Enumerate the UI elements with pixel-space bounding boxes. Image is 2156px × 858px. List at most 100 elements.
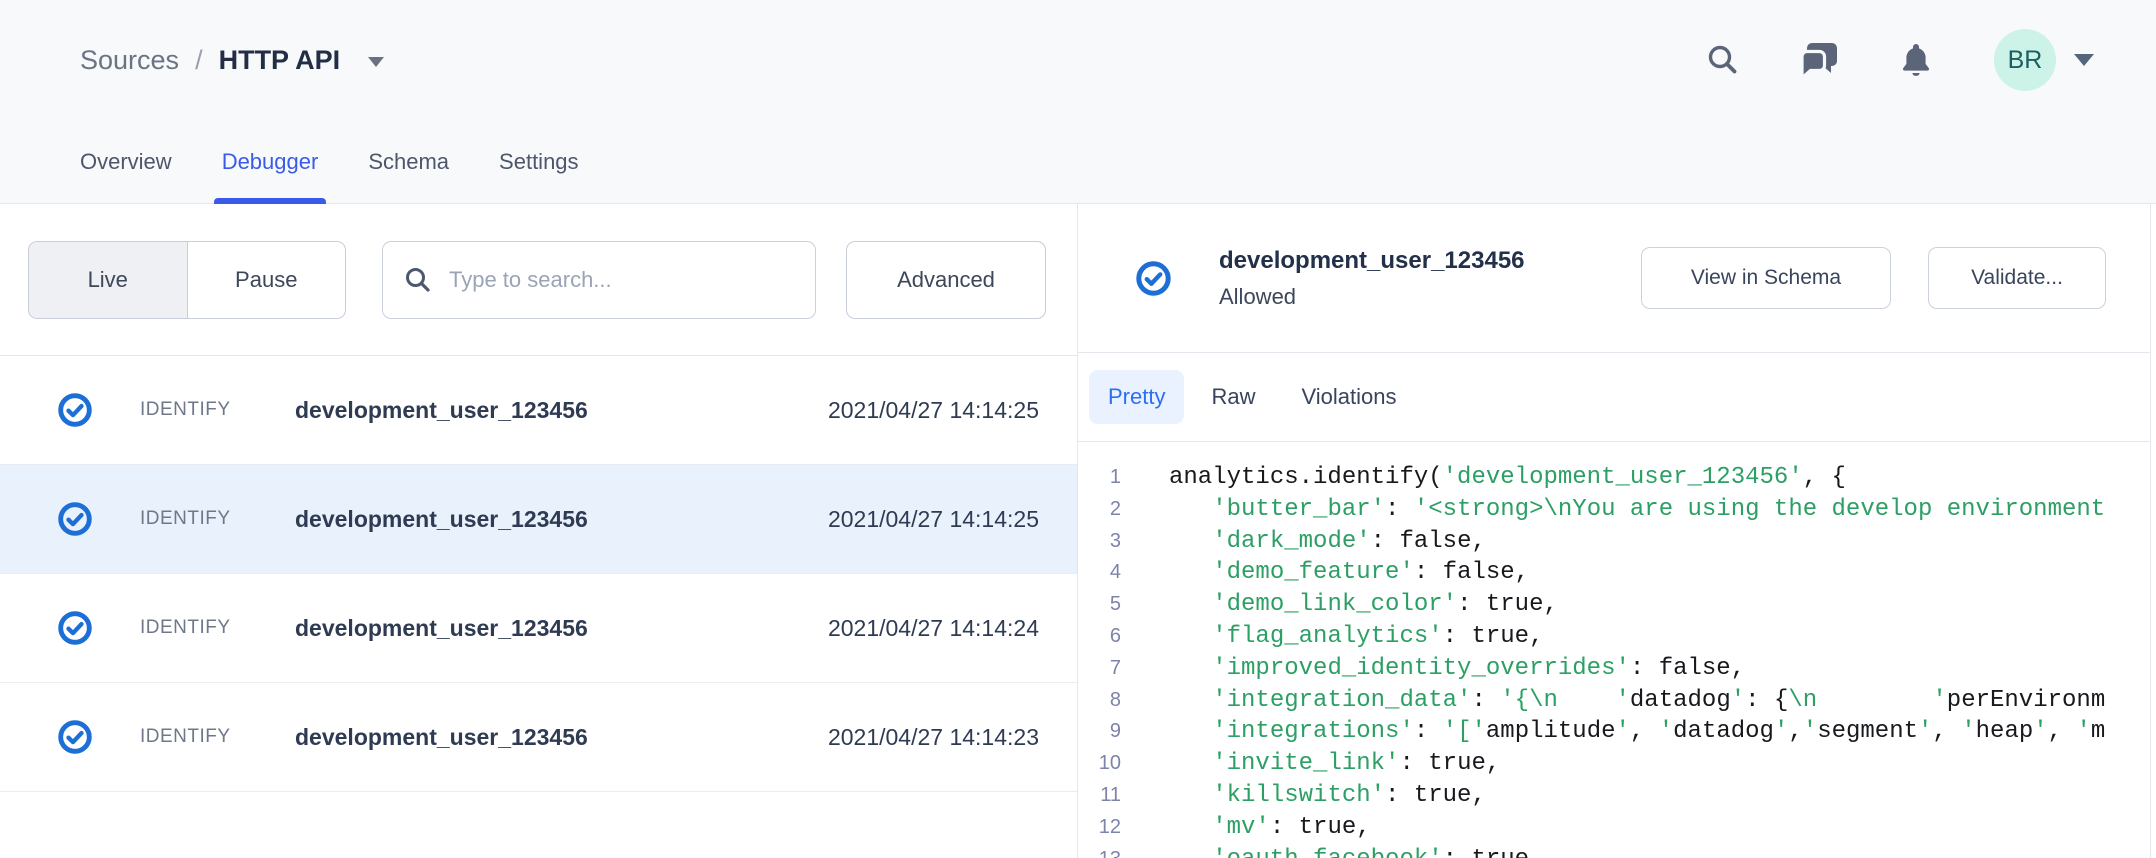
code-line: 6 'flag_analytics': true, <box>1078 621 2150 653</box>
line-number: 11 <box>1078 780 1121 812</box>
allowed-check-icon <box>57 610 93 646</box>
code-text: 'integrations': '['amplitude', 'datadog'… <box>1169 716 2105 748</box>
event-timestamp: 2021/04/27 14:14:25 <box>828 506 1039 533</box>
event-row[interactable]: IDENTIFYdevelopment_user_1234562021/04/2… <box>0 574 1077 683</box>
tab-label: Schema <box>368 149 449 175</box>
validate-button[interactable]: Validate... <box>1928 247 2106 309</box>
advanced-button[interactable]: Advanced <box>846 241 1046 319</box>
debugger-page: Sources / HTTP API <box>0 0 2156 858</box>
event-stream-panel: Live Pause Advanced IDENTIFYdevelopment_… <box>0 204 1078 858</box>
payload-code-view[interactable]: 1 analytics.identify('development_user_12… <box>1078 442 2150 858</box>
tab-overview[interactable]: Overview <box>80 120 172 203</box>
event-row[interactable]: IDENTIFYdevelopment_user_123456 2021/04/2… <box>0 465 1077 574</box>
line-number: 1 <box>1078 462 1121 494</box>
event-type-label: IDENTIFY <box>140 508 295 530</box>
breadcrumb-source-name[interactable]: HTTP API <box>219 45 341 76</box>
line-number: 4 <box>1078 557 1121 589</box>
avatar[interactable]: BR <box>1994 29 2056 91</box>
line-number: 3 <box>1078 526 1121 558</box>
event-detail-panel: development_user_123456 Allowed View in … <box>1078 204 2151 858</box>
account-menu-caret-icon[interactable] <box>2074 54 2094 66</box>
code-line: 7 'improved_identity_overrides': false, <box>1078 653 2150 685</box>
breadcrumb-separator: / <box>195 45 203 76</box>
code-line: 2 'butter_bar': '<strong>\nYou are using… <box>1078 494 2150 526</box>
code-line: 5 'demo_link_color': true, <box>1078 589 2150 621</box>
code-line: 11 'killswitch': true, <box>1078 780 2150 812</box>
event-timestamp: 2021/04/27 14:14:23 <box>828 724 1039 751</box>
payload-tab-pretty[interactable]: Pretty <box>1089 370 1184 424</box>
payload-tab-violations[interactable]: Violations <box>1282 370 1415 424</box>
code-text: 'flag_analytics': true, <box>1169 621 1543 653</box>
tab-label: Overview <box>80 149 172 175</box>
payload-view-tabs: PrettyRawViolations <box>1078 353 2150 442</box>
notifications-bell-icon[interactable] <box>1896 40 1936 80</box>
event-search-input[interactable] <box>449 267 795 293</box>
line-number: 5 <box>1078 589 1121 621</box>
tab-schema[interactable]: Schema <box>368 120 449 203</box>
code-text: 'invite_link': true, <box>1169 748 1500 780</box>
event-detail-title: development_user_123456 <box>1219 247 1525 275</box>
code-text: 'killswitch': true, <box>1169 780 1486 812</box>
payload-tab-raw[interactable]: Raw <box>1192 370 1274 424</box>
source-nav-tabs: Overview Debugger Schema Settings <box>0 120 2156 204</box>
code-text: 'improved_identity_overrides': false, <box>1169 653 1745 685</box>
tab-settings[interactable]: Settings <box>499 120 579 203</box>
line-number: 7 <box>1078 653 1121 685</box>
allowed-check-icon <box>57 501 93 537</box>
code-line: 4 'demo_feature': false, <box>1078 557 2150 589</box>
code-text: analytics.identify('development_user_123… <box>1169 462 1846 494</box>
code-text: 'dark_mode': false, <box>1169 526 1486 558</box>
top-bar-actions: BR <box>1704 0 2094 120</box>
view-in-schema-button[interactable]: View in Schema <box>1641 247 1891 309</box>
event-name: development_user_123456 <box>295 506 588 533</box>
source-dropdown-caret-icon[interactable] <box>368 57 384 67</box>
event-name: development_user_123456 <box>295 397 588 424</box>
event-row[interactable]: IDENTIFYdevelopment_user_123456 2021/04/2… <box>0 356 1077 465</box>
line-number: 6 <box>1078 621 1121 653</box>
code-text: 'demo_link_color': true, <box>1169 589 1558 621</box>
line-number: 2 <box>1078 494 1121 526</box>
tab-label: Debugger <box>222 149 319 175</box>
tab-debugger[interactable]: Debugger <box>222 120 319 203</box>
search-input-icon <box>403 265 433 295</box>
event-timestamp: 2021/04/27 14:14:24 <box>828 615 1039 642</box>
breadcrumb-sources[interactable]: Sources <box>80 45 179 76</box>
live-button[interactable]: Live <box>29 242 188 318</box>
code-line: 1 analytics.identify('development_user_12… <box>1078 462 2150 494</box>
line-number: 9 <box>1078 716 1121 748</box>
event-type-label: IDENTIFY <box>140 399 295 421</box>
line-number: 12 <box>1078 812 1121 844</box>
allowed-check-icon <box>57 392 93 428</box>
event-name: development_user_123456 <box>295 615 588 642</box>
event-detail-actions: View in Schema Validate... <box>1641 247 2106 309</box>
code-line: 13 'oauth_facebook': true, <box>1078 844 2150 858</box>
pause-button[interactable]: Pause <box>188 242 346 318</box>
code-line: 8 'integration_data': '{\n 'datadog': {\… <box>1078 685 2150 717</box>
top-bar: Sources / HTTP API <box>0 0 2156 120</box>
code-text: 'oauth_facebook': true, <box>1169 844 1543 858</box>
allowed-check-icon <box>57 719 93 755</box>
search-icon[interactable] <box>1704 41 1742 79</box>
event-name: development_user_123456 <box>295 724 588 751</box>
event-list: IDENTIFYdevelopment_user_1234562021/04/2… <box>0 356 1077 792</box>
event-detail-header: development_user_123456 Allowed View in … <box>1078 204 2150 353</box>
event-detail-titles: development_user_123456 Allowed <box>1219 247 1525 310</box>
code-line: 10 'invite_link': true, <box>1078 748 2150 780</box>
event-row[interactable]: IDENTIFYdevelopment_user_123456 2021/04/2… <box>0 683 1077 792</box>
event-type-label: IDENTIFY <box>140 726 295 748</box>
code-line: 3 'dark_mode': false, <box>1078 526 2150 558</box>
stream-controls: Live Pause Advanced <box>0 204 1077 356</box>
event-status-label: Allowed <box>1219 284 1525 310</box>
code-text: 'integration_data': '{\n 'datadog': {\n … <box>1169 685 2105 717</box>
code-text: 'butter_bar': '<strong>\nYou are using t… <box>1169 494 2105 526</box>
event-timestamp: 2021/04/27 14:14:25 <box>828 397 1039 424</box>
code-line: 12 'mv': true, <box>1078 812 2150 844</box>
code-line: 9 'integrations': '['amplitude', 'datado… <box>1078 716 2150 748</box>
line-number: 8 <box>1078 685 1121 717</box>
active-tab-underline <box>214 198 327 204</box>
line-number: 13 <box>1078 844 1121 858</box>
chat-icon[interactable] <box>1798 38 1842 82</box>
live-pause-toggle: Live Pause <box>28 241 346 319</box>
debugger-content: Live Pause Advanced IDENTIFYdevelopment_… <box>0 204 2156 858</box>
allowed-check-icon <box>1135 260 1172 297</box>
